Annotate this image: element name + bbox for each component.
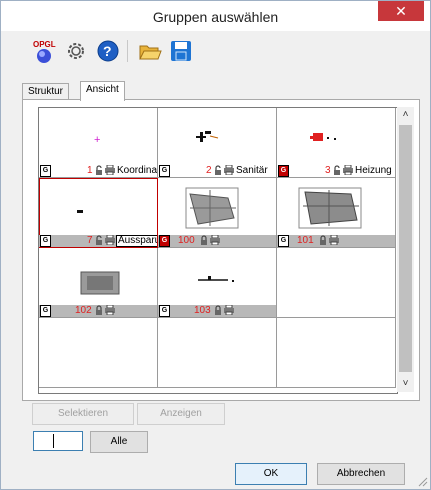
group-label: Aussparung (116, 235, 157, 247)
group-caption: G 1 Koordinaten (39, 165, 157, 177)
group-caption: G 103 (158, 305, 276, 317)
scrollbar-thumb[interactable] (399, 125, 412, 372)
group-badge: G (40, 305, 51, 317)
all-button[interactable]: Alle (90, 431, 148, 453)
unlock-icon[interactable] (214, 165, 222, 175)
group-cell-empty (277, 318, 396, 388)
group-badge: G (278, 235, 289, 247)
group-thumbnail (39, 178, 157, 234)
group-badge: G (159, 165, 170, 177)
tab-ansicht[interactable]: Ansicht (80, 81, 125, 101)
printer-icon[interactable] (224, 165, 234, 175)
printer-icon[interactable] (343, 165, 353, 175)
unlock-icon[interactable] (95, 165, 103, 175)
cancel-button[interactable]: Abbrechen (317, 463, 405, 485)
printer-icon[interactable] (210, 235, 220, 245)
opgl-icon-text: OPGL (33, 40, 56, 49)
unlock-icon[interactable] (333, 165, 341, 175)
group-cell[interactable]: G 100 (158, 178, 277, 248)
group-number: 100 (178, 235, 195, 246)
group-label: Sanitär (236, 165, 268, 176)
help-icon-text: ? (103, 43, 112, 59)
group-number: 2 (206, 165, 212, 176)
group-badge: G (40, 235, 51, 247)
folder-open-icon[interactable] (137, 38, 163, 64)
help-icon[interactable]: ? (95, 38, 121, 64)
show-button[interactable]: Anzeigen (137, 403, 225, 425)
printer-icon[interactable] (224, 305, 234, 315)
group-badge: G (159, 235, 170, 247)
group-number-input[interactable] (33, 431, 83, 451)
group-cell[interactable]: G 2 Sanitär (158, 108, 277, 178)
lock-icon[interactable] (319, 235, 327, 245)
vertical-scrollbar[interactable]: ˄ ˅ (397, 107, 414, 392)
tab-struktur[interactable]: Struktur (22, 83, 70, 100)
group-label: Heizung (355, 165, 392, 176)
printer-icon[interactable] (105, 165, 115, 175)
text-cursor (53, 434, 54, 448)
group-number: 102 (75, 305, 92, 316)
title-bar: Gruppen auswählen ✕ (1, 1, 430, 31)
save-icon[interactable] (168, 38, 194, 64)
printer-icon[interactable] (329, 235, 339, 245)
group-thumbnail (158, 248, 276, 304)
scroll-up-icon[interactable]: ˄ (397, 107, 414, 123)
resize-grip-icon[interactable] (418, 477, 428, 487)
group-cell[interactable]: G 102 (39, 248, 158, 318)
group-number: 103 (194, 305, 211, 316)
close-button[interactable]: ✕ (378, 1, 424, 21)
group-label: Koordinaten (117, 165, 157, 176)
printer-icon[interactable] (105, 235, 115, 245)
group-cell-empty (158, 318, 277, 388)
group-thumbnail (277, 108, 395, 164)
select-button[interactable]: Selektieren (32, 403, 134, 425)
group-thumbnail (277, 178, 395, 234)
group-thumbnail: + (39, 108, 157, 164)
ok-button[interactable]: OK (235, 463, 307, 485)
lock-icon[interactable] (214, 305, 222, 315)
group-number: 7 (87, 235, 93, 246)
group-cell[interactable]: G 3 Heizung (277, 108, 396, 178)
group-badge: G (159, 305, 170, 317)
svg-text:+: + (94, 134, 100, 146)
group-thumbnail (39, 248, 157, 304)
group-number: 3 (325, 165, 331, 176)
opgl-icon[interactable]: OPGL (32, 38, 58, 64)
group-caption: G 7 Aussparung (39, 235, 157, 247)
printer-icon[interactable] (105, 305, 115, 315)
group-cell-empty (277, 248, 396, 318)
group-cell-empty (39, 318, 158, 388)
gear-icon[interactable] (63, 38, 89, 64)
group-cell[interactable]: G 101 (277, 178, 396, 248)
group-cell[interactable]: G 103 (158, 248, 277, 318)
group-caption: G 101 (277, 235, 395, 247)
scroll-down-icon[interactable]: ˅ (397, 376, 414, 392)
group-thumbnail (158, 178, 276, 234)
group-caption: G 2 Sanitär (158, 165, 276, 177)
group-badge: G (278, 165, 289, 177)
group-number: 101 (297, 235, 314, 246)
unlock-icon[interactable] (95, 235, 103, 245)
group-cell[interactable]: + G 1 Koordinaten (39, 108, 158, 178)
group-number: 1 (87, 165, 93, 176)
group-thumbnail (158, 108, 276, 164)
window-title: Gruppen auswählen (152, 9, 279, 25)
group-badge: G (40, 165, 51, 177)
group-caption: G 100 (158, 235, 276, 247)
toolbar-divider (127, 40, 128, 62)
group-cell-selected[interactable]: G 7 Aussparung (39, 178, 158, 248)
group-caption: G 102 (39, 305, 157, 317)
lock-icon[interactable] (95, 305, 103, 315)
lock-icon[interactable] (200, 235, 208, 245)
group-caption: G 3 Heizung (277, 165, 395, 177)
